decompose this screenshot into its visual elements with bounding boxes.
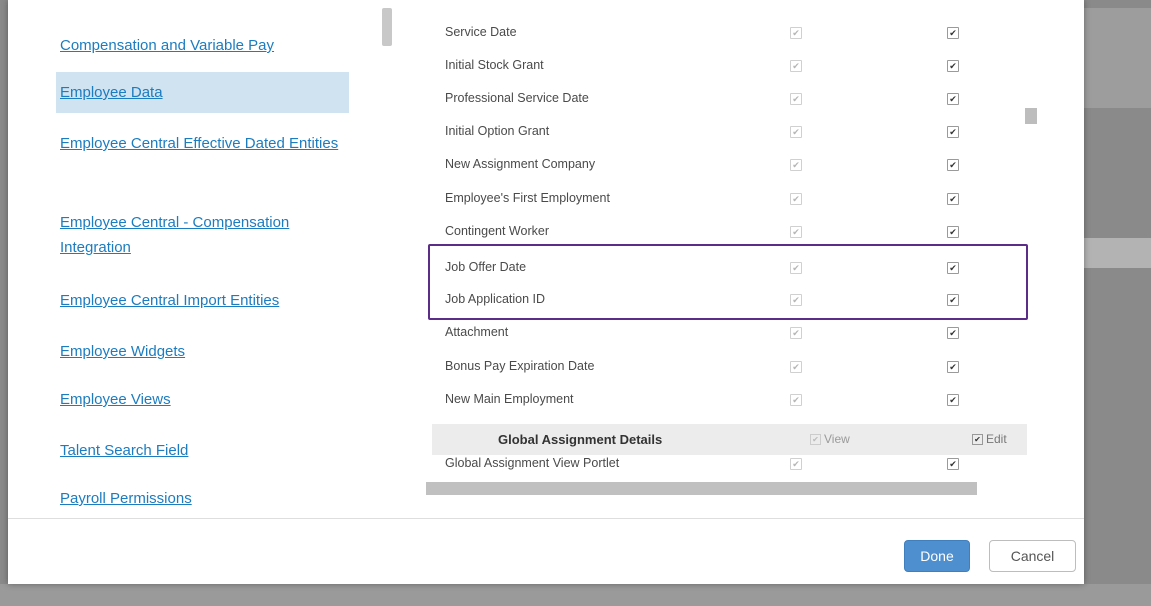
permission-row: New Main Employment ✔ ✔ [445,383,1035,416]
annotation-highlight-box [428,244,1028,320]
edit-checkbox[interactable]: ✔ [947,226,959,238]
permission-row: Service Date ✔ ✔ [445,16,1035,49]
view-checkbox[interactable]: ✔ [790,361,802,373]
edit-checkbox[interactable]: ✔ [947,394,959,406]
group-view-label: View [824,432,850,446]
group-title: Global Assignment Details [498,432,663,447]
permission-label: Bonus Pay Expiration Date [445,359,595,373]
nav-item-employee-widgets[interactable]: Employee Widgets [60,339,350,364]
view-checkbox[interactable]: ✔ [790,60,802,72]
nav-item-compensation[interactable]: Compensation and Variable Pay [60,33,350,58]
check-icon: ✔ [810,434,821,446]
edit-checkbox[interactable]: ✔ [947,193,959,205]
permission-row: Attachment ✔ ✔ [445,316,1035,349]
view-checkbox[interactable]: ✔ [790,93,802,105]
permission-label: New Main Employment [445,392,574,406]
left-scrollbar-thumb[interactable] [382,8,392,46]
vertical-scrollbar-thumb[interactable] [1025,108,1037,124]
permission-row: New Assignment Company ✔ ✔ [445,148,1035,181]
background-footer [0,584,1151,606]
view-checkbox[interactable]: ✔ [790,159,802,171]
permission-category-list: Compensation and Variable Pay Employee D… [8,0,408,518]
nav-item-talent-search[interactable]: Talent Search Field [60,438,350,463]
group-header-global-assignment: Global Assignment Details ✔ View ✔ Edit [432,424,1027,455]
footer-divider [8,518,1084,519]
group-edit-toggle[interactable]: ✔ Edit [972,432,1007,446]
permission-label: Initial Stock Grant [445,58,544,72]
view-checkbox[interactable]: ✔ [790,193,802,205]
view-checkbox[interactable]: ✔ [790,394,802,406]
nav-item-label: Employee Data [60,84,163,101]
horizontal-scrollbar[interactable] [426,482,977,495]
view-checkbox[interactable]: ✔ [790,458,802,470]
check-icon: ✔ [972,434,983,446]
view-checkbox[interactable]: ✔ [790,327,802,339]
edit-checkbox[interactable]: ✔ [947,159,959,171]
permission-row: Initial Stock Grant ✔ ✔ [445,49,1035,82]
edit-checkbox[interactable]: ✔ [947,458,959,470]
done-button[interactable]: Done [904,540,970,572]
cancel-button[interactable]: Cancel [989,540,1076,572]
edit-checkbox[interactable]: ✔ [947,126,959,138]
permission-row: Global Assignment View Portlet ✔ ✔ [445,455,1035,483]
permission-label: Service Date [445,25,517,39]
group-view-toggle[interactable]: ✔ View [810,432,850,446]
view-checkbox[interactable]: ✔ [790,126,802,138]
permission-row: Bonus Pay Expiration Date ✔ ✔ [445,350,1035,383]
permission-label: Global Assignment View Portlet [445,456,620,470]
permission-row: Initial Option Grant ✔ ✔ [445,115,1035,148]
permission-label: Employee's First Employment [445,191,610,205]
group-edit-label: Edit [986,432,1007,446]
permission-row: Professional Service Date ✔ ✔ [445,82,1035,115]
permission-label: Professional Service Date [445,91,589,105]
permission-label: New Assignment Company [445,157,596,171]
nav-item-ec-effective-dated[interactable]: Employee Central Effective Dated Entitie… [60,131,340,156]
edit-checkbox[interactable]: ✔ [947,327,959,339]
edit-checkbox[interactable]: ✔ [947,60,959,72]
view-checkbox[interactable]: ✔ [790,27,802,39]
nav-item-employee-data[interactable]: Employee Data [56,72,349,113]
nav-item-ec-compensation-integration[interactable]: Employee Central - Compensation Integrat… [60,210,340,260]
nav-item-payroll-permissions[interactable]: Payroll Permissions [60,486,350,511]
background-bar [1084,238,1151,268]
nav-item-employee-views[interactable]: Employee Views [60,387,350,412]
background-panel [1084,8,1151,108]
nav-item-ec-import[interactable]: Employee Central Import Entities [60,288,350,313]
view-checkbox[interactable]: ✔ [790,226,802,238]
permission-row: Employee's First Employment ✔ ✔ [445,182,1035,215]
edit-checkbox[interactable]: ✔ [947,93,959,105]
permission-label: Initial Option Grant [445,124,550,138]
edit-checkbox[interactable]: ✔ [947,27,959,39]
permission-label: Attachment [445,325,509,339]
edit-checkbox[interactable]: ✔ [947,361,959,373]
